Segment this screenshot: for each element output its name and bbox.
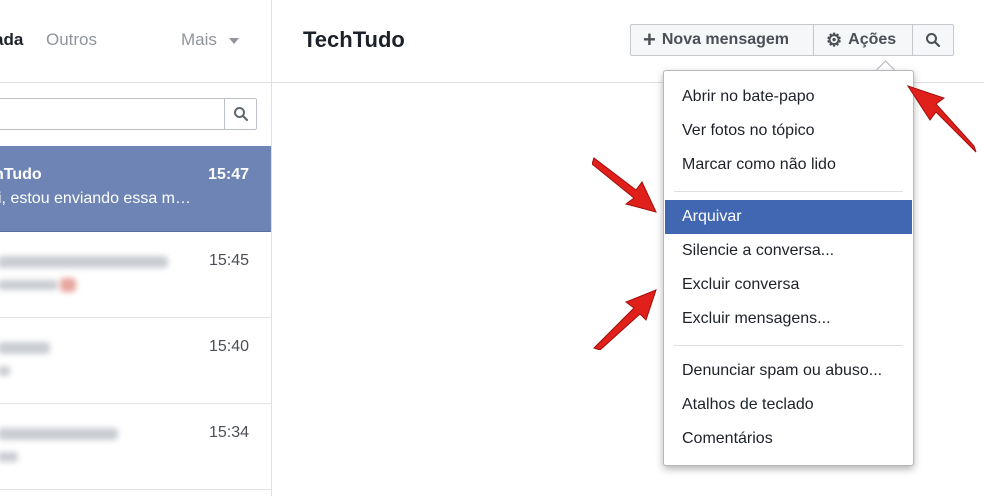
menu-item-report-spam[interactable]: Denunciar spam ou abuso...	[665, 354, 912, 388]
conversation-time: 15:34	[208, 424, 249, 441]
actions-label: Ações	[848, 31, 897, 48]
blurred-snippet	[0, 280, 58, 290]
search-icon	[234, 107, 249, 122]
menu-item-delete-conversation[interactable]: Excluir conversa	[665, 268, 912, 302]
menu-item-feedback[interactable]: Comentários	[665, 422, 912, 456]
tab-inbox[interactable]: ada	[0, 30, 23, 50]
actions-button[interactable]: ⚙ Ações	[813, 24, 913, 56]
folder-tabs-bar: ada Outros Mais	[0, 0, 271, 83]
new-message-button[interactable]: + Nova mensagem	[630, 24, 814, 56]
new-message-label: Nova mensagem	[661, 31, 790, 48]
menu-item-archive[interactable]: Arquivar	[665, 200, 912, 234]
blurred-snippet	[0, 452, 18, 462]
conversation-time: 15:40	[208, 338, 249, 355]
menu-divider	[674, 345, 903, 346]
blurred-name	[0, 428, 118, 440]
blurred-name	[0, 342, 50, 354]
conversation-list-pane: ada Outros Mais nTudo 15:47 i, estou env…	[0, 0, 272, 496]
tab-more[interactable]: Mais	[181, 30, 217, 50]
blurred-name	[0, 256, 168, 268]
conversation-time: 15:45	[208, 252, 249, 269]
search-input[interactable]	[0, 98, 257, 130]
search-messages-button[interactable]	[912, 24, 954, 56]
conversation-item-selected[interactable]: nTudo 15:47 i, estou enviando essa m…	[0, 146, 271, 232]
menu-item-mute[interactable]: Silencie a conversa...	[665, 234, 912, 268]
annotation-arrow-icon	[906, 85, 977, 153]
conversation-time: 15:47	[208, 166, 249, 183]
menu-item-open-chat[interactable]: Abrir no bate-papo	[665, 80, 912, 114]
blurred-emoji	[60, 278, 76, 292]
conversation-snippet: i, estou enviando essa m…	[0, 190, 191, 207]
conversation-name: nTudo	[0, 166, 42, 183]
annotation-arrow-icon	[593, 289, 657, 350]
search-icon	[926, 33, 941, 48]
conversation-item[interactable]: 15:45	[0, 232, 271, 318]
plus-icon: +	[643, 27, 656, 52]
menu-item-delete-messages[interactable]: Excluir mensagens...	[665, 302, 912, 336]
annotation-arrow-icon	[592, 157, 657, 213]
conversation-item[interactable]: 15:40	[0, 318, 271, 404]
tab-others[interactable]: Outros	[46, 30, 97, 50]
menu-item-view-photos[interactable]: Ver fotos no tópico	[665, 114, 912, 148]
caret-down-icon[interactable]	[229, 38, 239, 44]
menu-divider	[674, 191, 903, 192]
menu-item-mark-unread[interactable]: Marcar como não lido	[665, 148, 912, 182]
search-button[interactable]	[224, 98, 256, 130]
page-title: TechTudo	[303, 27, 405, 52]
gear-icon: ⚙	[826, 30, 843, 50]
menu-item-keyboard-shortcuts[interactable]: Atalhos de teclado	[665, 388, 912, 422]
actions-menu: Abrir no bate-papo Ver fotos no tópico M…	[663, 70, 914, 466]
blurred-snippet	[0, 366, 10, 376]
conversation-item[interactable]: 15:34	[0, 404, 271, 490]
